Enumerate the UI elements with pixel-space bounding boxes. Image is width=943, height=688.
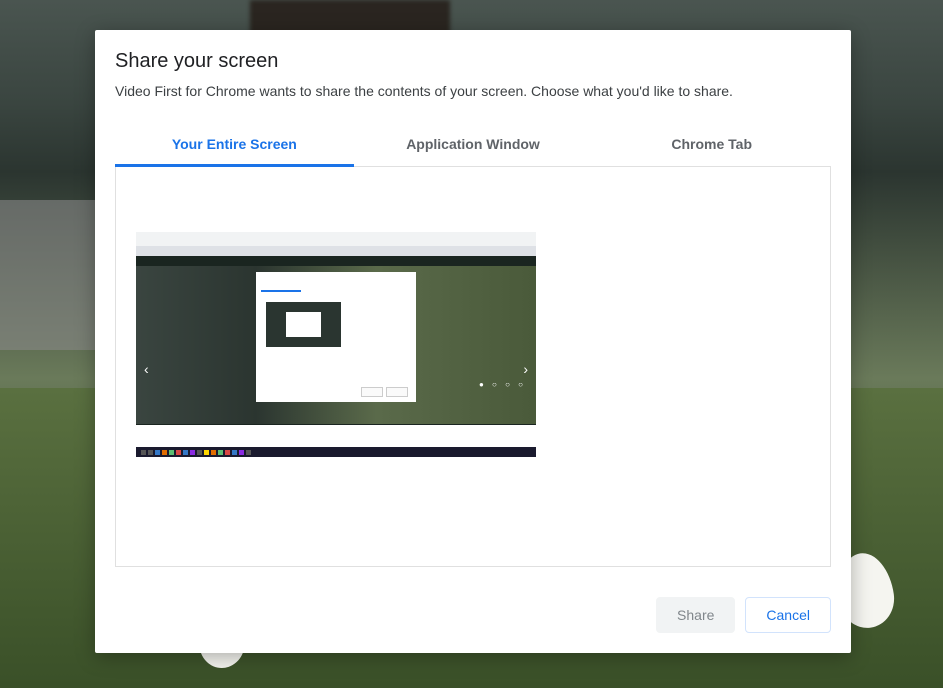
thumb-task-icon: [155, 450, 160, 455]
thumb-browser-tabs: [136, 232, 536, 246]
thumb-task-icon: [176, 450, 181, 455]
thumb-carousel-dots: ● ○ ○ ○: [479, 380, 526, 389]
thumb-task-icon: [148, 450, 153, 455]
tab-application-window[interactable]: Application Window: [354, 124, 593, 167]
thumb-nested-dialog: [256, 272, 416, 402]
screen-thumbnail[interactable]: ‹ › ● ○ ○ ○: [136, 232, 536, 457]
dialog-title: Share your screen: [115, 50, 831, 73]
thumb-task-icon: [211, 450, 216, 455]
share-button[interactable]: Share: [656, 597, 735, 633]
thumb-carousel-prev-icon: ‹: [144, 361, 149, 377]
cancel-button[interactable]: Cancel: [745, 597, 831, 633]
thumb-task-icon: [218, 450, 223, 455]
thumb-nested-thumbnail: [266, 302, 341, 347]
dialog-button-row: Share Cancel: [656, 597, 831, 633]
thumb-address-bar: [136, 246, 536, 256]
thumb-task-icon: [141, 450, 146, 455]
thumb-page-header: [136, 256, 536, 266]
share-screen-dialog: Share your screen Video First for Chrome…: [95, 30, 851, 653]
content-panel: ‹ › ● ○ ○ ○: [115, 167, 831, 567]
thumb-task-icon: [190, 450, 195, 455]
thumb-nested-buttons: [361, 387, 411, 397]
thumb-nested-inner: [286, 312, 321, 337]
thumb-task-icon: [246, 450, 251, 455]
thumb-nested-btn: [386, 387, 408, 397]
thumb-task-icon: [204, 450, 209, 455]
thumb-task-icon: [239, 450, 244, 455]
background-bridge: [0, 200, 95, 350]
dialog-subtitle: Video First for Chrome wants to share th…: [115, 83, 831, 99]
thumb-task-icon: [225, 450, 230, 455]
tab-chrome-tab[interactable]: Chrome Tab: [592, 124, 831, 167]
thumb-task-icon: [169, 450, 174, 455]
thumb-task-icon: [197, 450, 202, 455]
thumb-task-icon: [232, 450, 237, 455]
thumb-nested-active-tab: [261, 290, 301, 292]
thumb-carousel-next-icon: ›: [523, 361, 528, 377]
thumb-taskbar: [136, 447, 536, 457]
thumb-page-gap: [136, 425, 536, 447]
tab-row: Your Entire Screen Application Window Ch…: [115, 123, 831, 167]
tab-entire-screen[interactable]: Your Entire Screen: [115, 124, 354, 167]
thumb-nested-btn: [361, 387, 383, 397]
thumb-task-icon: [162, 450, 167, 455]
thumb-task-icon: [183, 450, 188, 455]
